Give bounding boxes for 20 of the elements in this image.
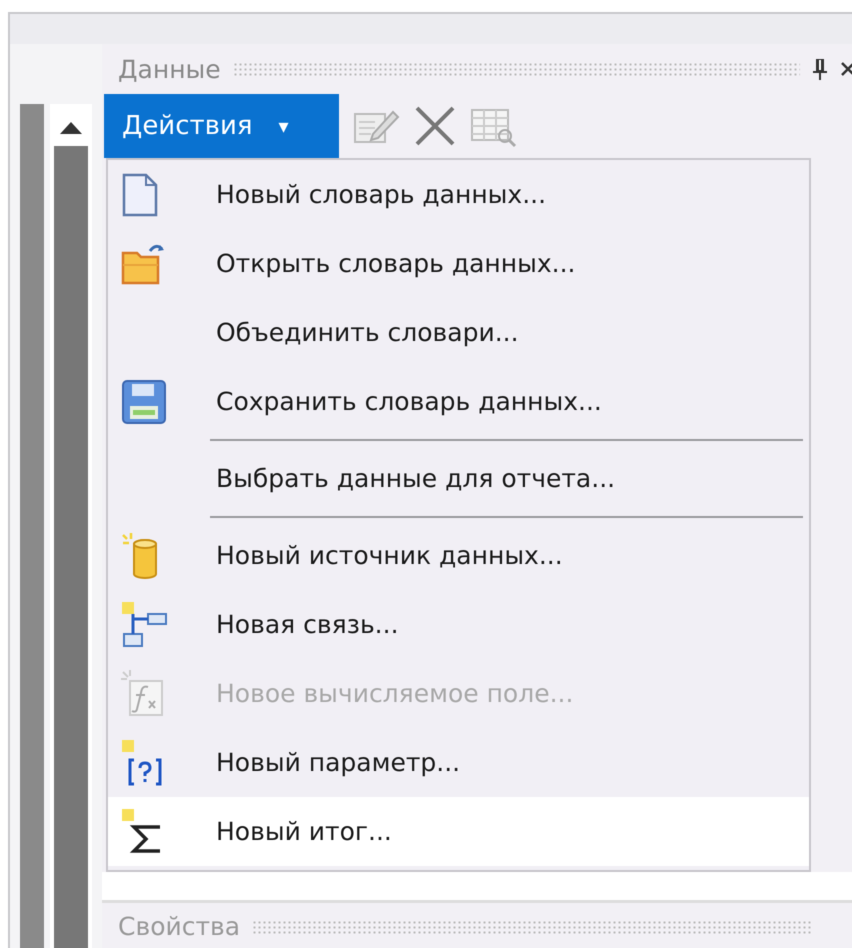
drag-grip[interactable] [252,920,812,934]
menu-item[interactable]: Новый параметр... [108,728,809,797]
document-icon [120,172,160,218]
drag-grip[interactable] [232,62,800,76]
panel-title: Свойства [118,912,240,941]
menu-item[interactable]: Выбрать данные для отчета... [108,444,809,513]
menu-item[interactable]: Новый источник данных... [108,521,809,590]
actions-dropdown-button[interactable]: Действия ▾ [104,94,339,158]
pin-icon[interactable] [812,57,828,81]
menu-item[interactable]: Новый словарь данных... [108,160,809,229]
panel-title: Данные [118,54,221,84]
menu-item[interactable]: Новая связь... [108,590,809,659]
delete-icon[interactable] [413,104,457,148]
new-relation-icon [120,600,170,650]
menu-item[interactable]: Новый итог... [108,797,809,866]
scroll-up-arrow-icon[interactable] [60,120,82,134]
scrollbar-thumb[interactable] [54,146,88,948]
menu-item[interactable]: Открыть словарь данных... [108,229,809,298]
menu-item[interactable]: Объединить словари... [108,298,809,367]
menu-item[interactable]: Сохранить словарь данных... [108,367,809,436]
